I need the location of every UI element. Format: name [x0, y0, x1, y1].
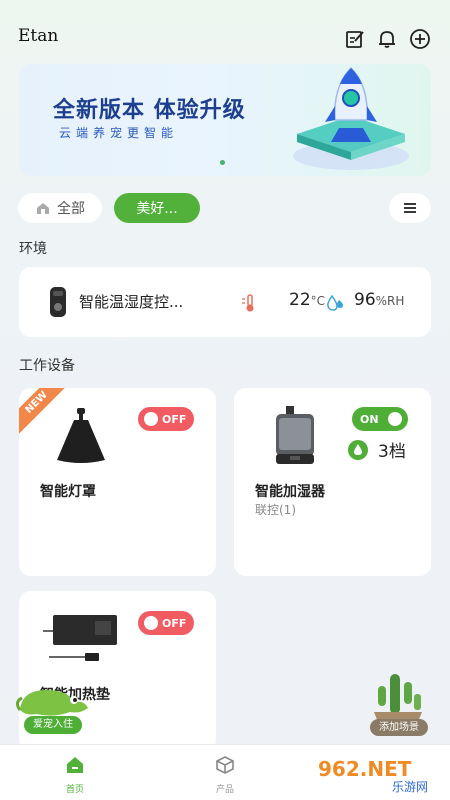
banner-title: 全新版本 体验升级: [53, 98, 246, 123]
tab-home[interactable]: 首页: [45, 751, 105, 797]
heating-pad-toggle-label: OFF: [162, 616, 187, 630]
temperature-unit: °C: [310, 294, 326, 308]
promo-banner[interactable]: 全新版本 体验升级 云端养宠更智能: [19, 64, 431, 176]
pet-checkin-button[interactable]: 爱宠入住: [24, 716, 82, 734]
environment-card[interactable]: 智能温湿度控... 22°C 96%RH: [19, 267, 431, 337]
lamp-toggle-label: OFF: [162, 412, 187, 426]
filter-all-label: 全部: [57, 201, 85, 217]
section-title-environment: 环境: [19, 241, 47, 257]
edit-note-icon[interactable]: [344, 28, 366, 50]
humidifier-level-text: 3档: [378, 442, 406, 462]
section-title-devices: 工作设备: [19, 358, 75, 374]
humidity-drop-icon: [327, 294, 343, 311]
lamp-device-name: 智能灯罩: [40, 484, 96, 500]
temperature-value: 22°C: [289, 290, 325, 310]
humidifier-linked-count: 联控(1): [255, 503, 296, 517]
toggle-knob: [388, 412, 402, 426]
watermark-logo: 962.NET 乐游网: [312, 752, 448, 796]
water-drop-icon: [348, 439, 368, 460]
tab-home-label: 首页: [65, 785, 84, 795]
cactus-icon: [374, 674, 422, 722]
thermometer-icon: [242, 294, 254, 312]
device-card-humidifier[interactable]: ON 智能加湿器 联控(1): [234, 388, 431, 576]
humidifier-device-name: 智能加湿器: [255, 484, 325, 500]
carousel-indicator: [220, 160, 225, 165]
humidifier-power-toggle[interactable]: ON: [352, 407, 408, 431]
toggle-knob: [144, 616, 158, 630]
thermo-hygrometer-device-icon: [50, 287, 66, 317]
heating-pad-power-toggle[interactable]: OFF: [138, 611, 194, 635]
filter-favorite-label: 美好...: [136, 201, 178, 217]
tab-products[interactable]: 产品: [195, 751, 255, 797]
top-bar: Etan: [0, 0, 450, 64]
humidifier-level: 3档: [348, 437, 406, 462]
humidity-unit: %RH: [375, 294, 405, 308]
username: Etan: [18, 26, 59, 46]
filter-menu-button[interactable]: [389, 193, 431, 223]
humidity-number: 96: [354, 290, 376, 310]
watermark-graphic: 962.NET 乐游网: [312, 754, 448, 794]
menu-icon: [404, 203, 416, 213]
bell-icon[interactable]: [376, 28, 398, 50]
lamp-power-toggle[interactable]: OFF: [138, 407, 194, 431]
watermark-sub: 乐游网: [392, 780, 428, 794]
device-card-lamp[interactable]: NEW OFF 智能灯罩: [19, 388, 216, 576]
temperature-number: 22: [289, 290, 311, 310]
box-icon: [216, 756, 234, 774]
add-scene-button[interactable]: 添加场景: [370, 719, 428, 736]
humidity-value: 96%RH: [354, 290, 404, 310]
tab-products-label: 产品: [215, 785, 234, 795]
filter-all-button[interactable]: 全部: [18, 193, 102, 223]
lamp-shade-image: [57, 408, 105, 463]
home-icon: [37, 203, 49, 214]
banner-subtitle: 云端养宠更智能: [59, 126, 179, 140]
toggle-knob: [144, 412, 158, 426]
home-tab-icon: [67, 757, 83, 773]
filter-favorite-button[interactable]: 美好...: [114, 193, 200, 223]
watermark-brand: 962.NET: [318, 757, 412, 781]
humidifier-image: [276, 406, 314, 464]
rocket-illustration: [293, 66, 409, 170]
heating-pad-image: [43, 615, 117, 661]
humidifier-toggle-label: ON: [360, 412, 379, 426]
environment-device-name: 智能温湿度控...: [79, 293, 184, 311]
add-circle-icon[interactable]: [409, 28, 431, 50]
